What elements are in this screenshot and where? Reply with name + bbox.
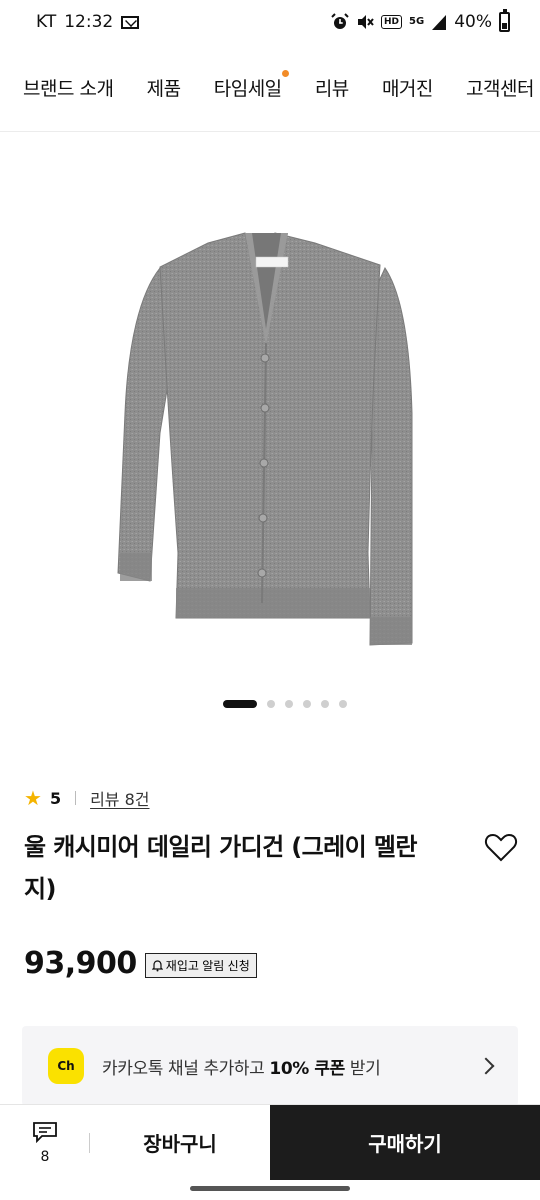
nav-item-reviews[interactable]: 리뷰 bbox=[315, 74, 349, 101]
kakao-text-bold: 10% 쿠폰 bbox=[269, 1058, 345, 1079]
carousel-dots bbox=[0, 700, 540, 708]
clock: 12:32 bbox=[64, 12, 114, 32]
mute-icon bbox=[356, 13, 374, 31]
carousel-dot[interactable] bbox=[285, 700, 293, 708]
bell-icon bbox=[151, 959, 164, 972]
kakao-text-suffix: 받기 bbox=[344, 1058, 381, 1079]
kakao-channel-banner[interactable]: Ch 카카오톡 채널 추가하고 10% 쿠폰 받기 bbox=[22, 1026, 518, 1106]
rating-value: 5 bbox=[49, 788, 62, 808]
buy-now-button[interactable]: 구매하기 bbox=[270, 1105, 540, 1180]
top-nav: 브랜드 소개 제품 타임세일 리뷰 매거진 고객센터 bbox=[0, 44, 540, 132]
nav-item-support[interactable]: 고객센터 bbox=[466, 74, 534, 101]
battery-icon bbox=[499, 9, 510, 32]
carousel-dot[interactable] bbox=[321, 700, 329, 708]
kakao-banner-text: 카카오톡 채널 추가하고 10% 쿠폰 받기 bbox=[102, 1054, 381, 1079]
chevron-right-icon bbox=[477, 1057, 495, 1075]
5g-icon: 5G bbox=[409, 16, 425, 27]
cardigan-photo bbox=[117, 232, 413, 646]
status-bar: KT 12:32 HD 5G 40% bbox=[0, 0, 540, 44]
nav-item-products[interactable]: 제품 bbox=[147, 74, 181, 101]
nav-item-magazine[interactable]: 매거진 bbox=[382, 74, 433, 101]
hd-icon: HD bbox=[381, 15, 403, 29]
battery-percent: 40% bbox=[454, 12, 492, 32]
add-to-cart-button[interactable]: 장바구니 bbox=[90, 1105, 270, 1180]
divider bbox=[75, 791, 77, 805]
nav-item-timesale[interactable]: 타임세일 bbox=[213, 70, 289, 101]
product-title: 울 캐시미어 데일리 가디건 (그레이 멜란지) bbox=[24, 833, 417, 903]
mail-icon bbox=[121, 15, 140, 29]
review-count-link[interactable]: 리뷰 8건 bbox=[90, 786, 149, 810]
carousel-dot[interactable] bbox=[303, 700, 311, 708]
kakao-channel-icon: Ch bbox=[48, 1048, 84, 1084]
carousel-dot[interactable] bbox=[339, 700, 347, 708]
restock-alert-button[interactable]: 재입고 알림 신청 bbox=[144, 953, 257, 978]
kakao-text-prefix: 카카오톡 채널 추가하고 bbox=[102, 1058, 270, 1079]
product-image[interactable] bbox=[0, 133, 540, 693]
carousel-dot[interactable] bbox=[267, 700, 275, 708]
home-indicator[interactable] bbox=[190, 1186, 350, 1191]
nav-item-timesale-label: 타임세일 bbox=[213, 78, 282, 100]
status-left: KT 12:32 bbox=[36, 12, 140, 32]
restock-label: 재입고 알림 신청 bbox=[165, 959, 250, 973]
status-right: HD 5G 40% bbox=[331, 9, 510, 32]
wishlist-heart-icon[interactable] bbox=[484, 832, 518, 864]
carrier-label: KT bbox=[36, 12, 57, 32]
star-icon: ★ bbox=[24, 786, 42, 810]
chat-button[interactable]: 8 bbox=[0, 1105, 90, 1180]
nav-item-brand[interactable]: 브랜드 소개 bbox=[23, 74, 114, 101]
chat-icon bbox=[32, 1121, 58, 1147]
carousel-dot[interactable] bbox=[223, 700, 257, 708]
bottom-action-bar: 8 장바구니 구매하기 bbox=[0, 1104, 540, 1180]
rating-row: ★ 5 리뷰 8건 bbox=[24, 786, 150, 810]
price-row: 93,900 재입고 알림 신청 bbox=[24, 946, 257, 981]
price: 93,900 bbox=[24, 946, 137, 981]
chat-count: 8 bbox=[40, 1148, 50, 1165]
signal-icon bbox=[431, 13, 447, 31]
new-dot-badge bbox=[281, 70, 289, 77]
alarm-icon bbox=[331, 13, 349, 31]
